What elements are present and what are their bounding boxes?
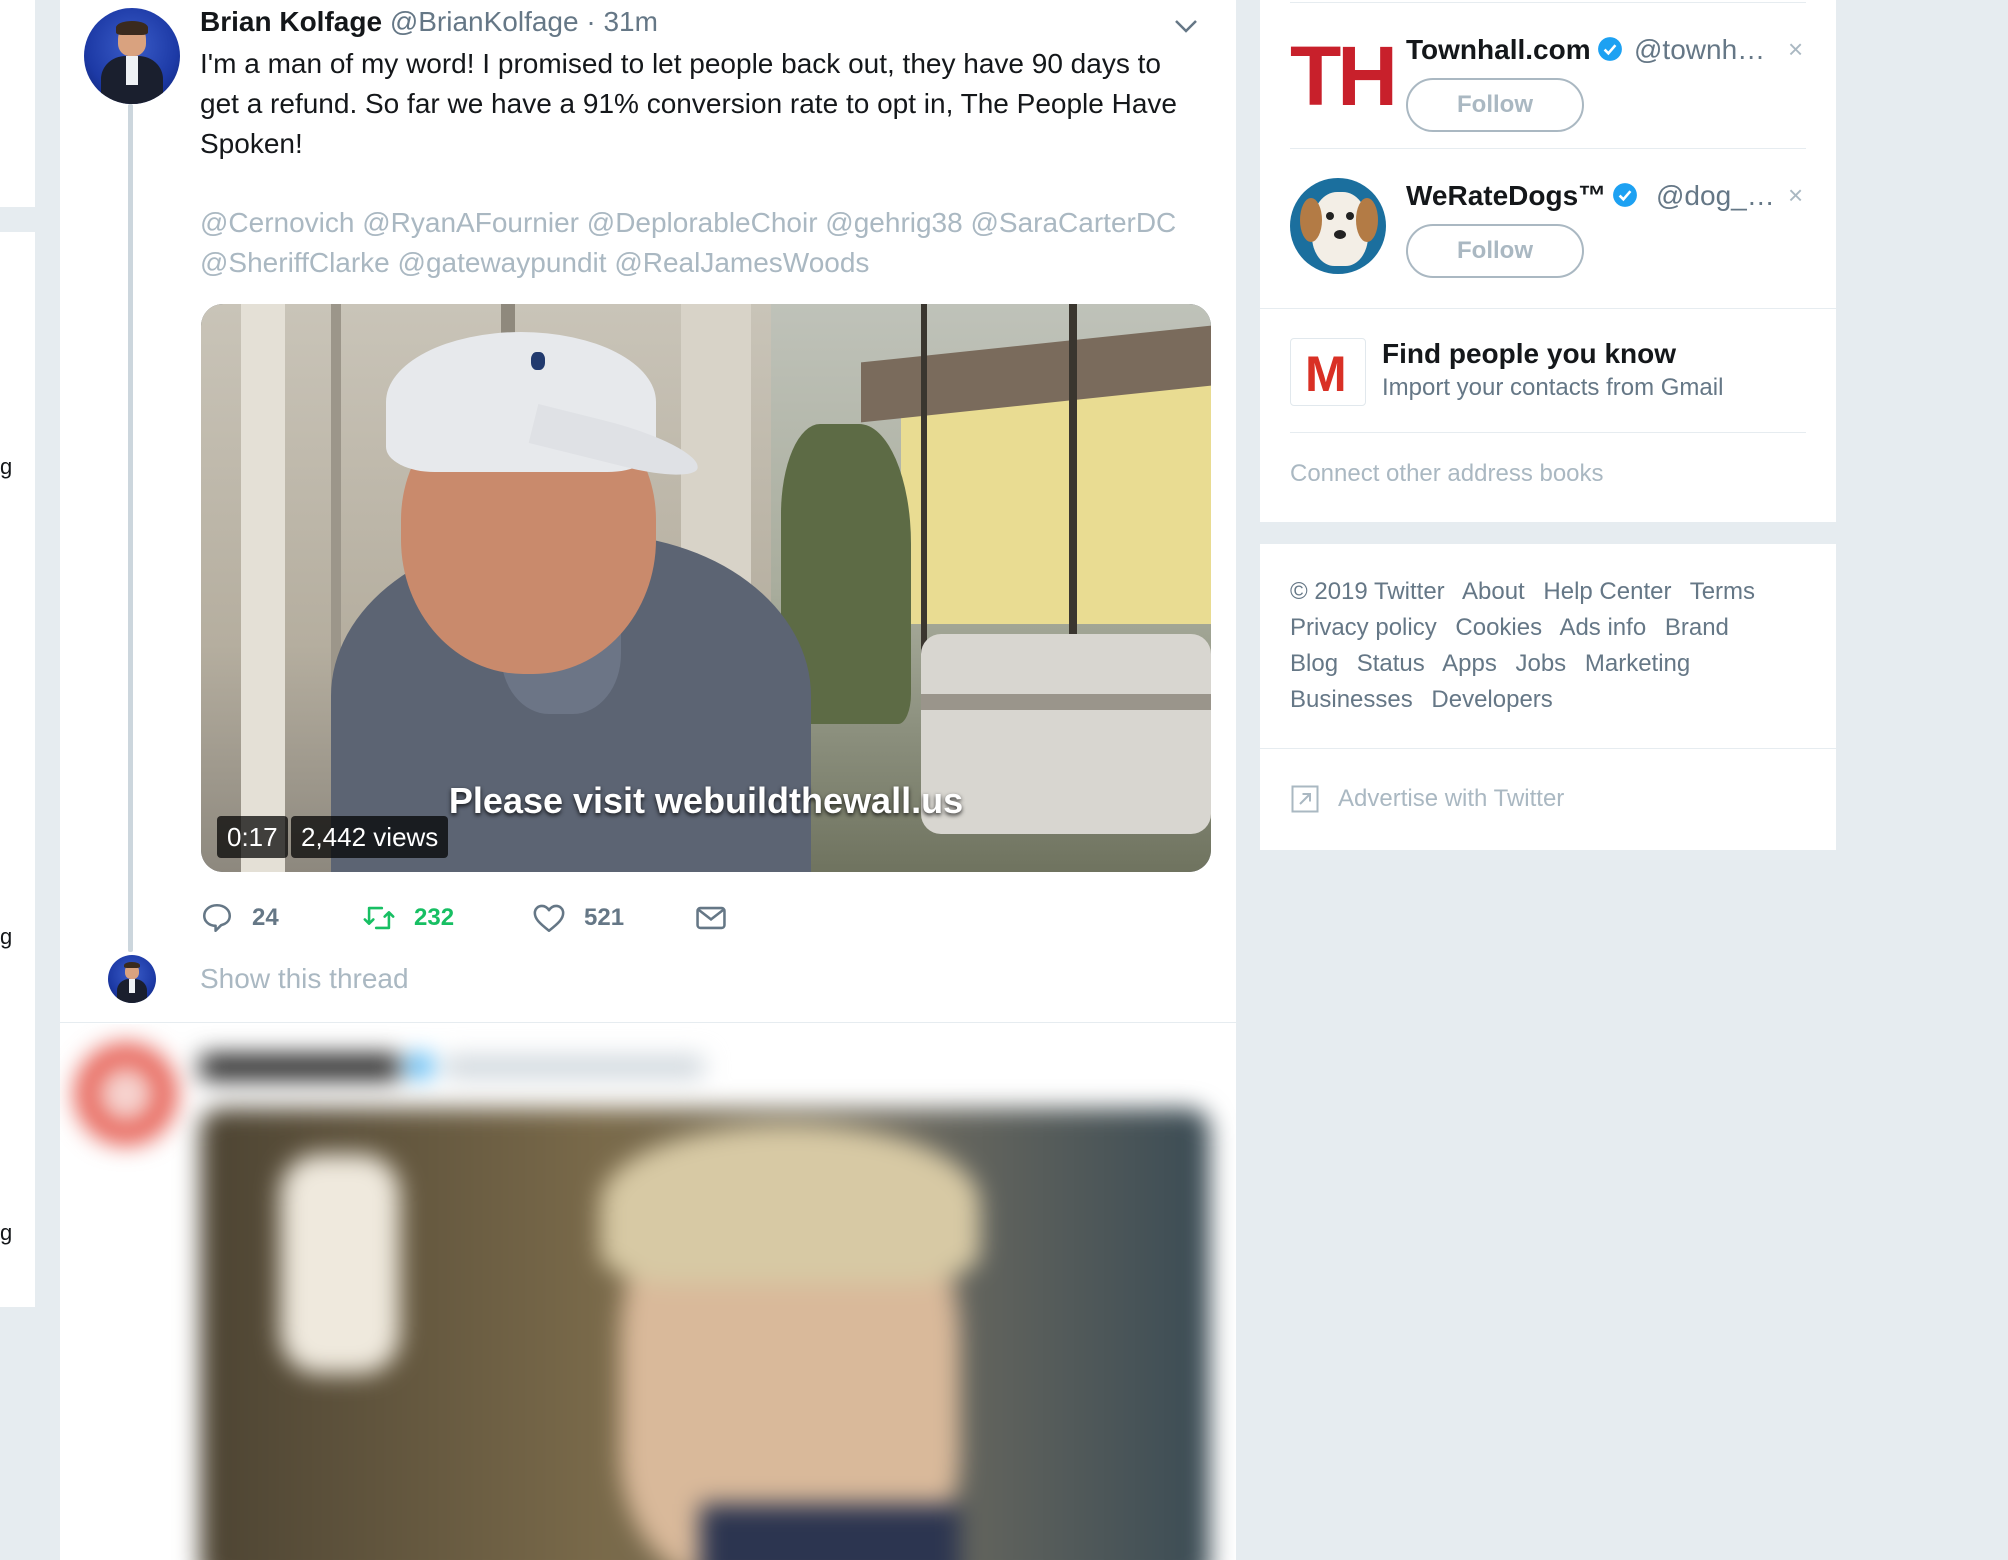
footer-link-terms[interactable]: Terms [1690,578,1755,605]
reply-icon [202,903,232,933]
left-card-top [0,0,35,207]
video-duration: 0:17 [217,816,288,858]
reply-count: 24 [252,904,279,931]
footer-link-brand[interactable]: Brand [1665,614,1729,641]
direct-message-button[interactable] [694,898,746,938]
advertise-label[interactable]: Advertise with Twitter [1338,785,1564,813]
divider [1290,148,1806,149]
clipped-text: g [0,924,13,949]
message-icon [696,906,726,930]
video-views: 2,442 views [291,816,449,858]
left-card [0,232,35,1307]
footer-copyright: © 2019 Twitter [1290,578,1445,605]
suggestion-handle[interactable]: @dog_… [1656,180,1775,212]
footer-link-status[interactable]: Status [1357,650,1425,677]
dismiss-suggestion-icon[interactable]: × [1788,34,1803,65]
retweet-button[interactable]: 232 [362,898,454,938]
follow-button[interactable]: Follow [1406,224,1584,278]
external-link-icon [1291,785,1319,813]
connect-address-books-link[interactable]: Connect other address books [1290,460,1604,488]
footer-link-businesses[interactable]: Businesses [1290,686,1413,713]
dismiss-suggestion-icon[interactable]: × [1788,180,1803,211]
timeline: Brian Kolfage @BrianKolfage · 31m I'm a … [60,0,1236,1560]
footer-link-ads-info[interactable]: Ads info [1559,614,1646,641]
footer-links: © 2019 Twitter About Help Center Terms P… [1290,574,1810,718]
author-handle[interactable]: @BrianKolfage [390,6,579,37]
verified-badge-icon [1613,183,1638,207]
follow-button[interactable]: Follow [1406,78,1584,132]
footer-link-help-center[interactable]: Help Center [1543,578,1671,605]
footer-link-privacy[interactable]: Privacy policy [1290,614,1437,641]
footer-link-jobs[interactable]: Jobs [1515,650,1566,677]
townhall-logo: TH [1290,29,1398,123]
tweet-video[interactable]: Please visit webuildthewall.us 0:17 2,44… [201,304,1211,872]
clipped-text: g [0,1220,13,1245]
divider [1260,308,1836,309]
footer-link-cookies[interactable]: Cookies [1455,614,1542,641]
footer-card: © 2019 Twitter About Help Center Terms P… [1260,544,1836,850]
find-people-title[interactable]: Find people you know [1382,338,1676,370]
advertise-link[interactable]: Advertise with Twitter [1290,784,1564,814]
gmail-logo: M [1290,338,1366,406]
footer-link-blog[interactable]: Blog [1290,650,1338,677]
gmail-icon: M [1305,346,1347,402]
tweet-time[interactable]: · 31m [586,6,658,37]
weratedogs-avatar[interactable] [1290,178,1386,274]
reply-button[interactable]: 24 [200,898,279,938]
like-button[interactable]: 521 [532,898,624,938]
next-tweet-blurred [60,1024,1236,1560]
footer-link-marketing[interactable]: Marketing [1585,650,1690,677]
footer-link-apps[interactable]: Apps [1442,650,1497,677]
author-avatar[interactable] [84,8,180,104]
like-count: 521 [584,904,625,931]
suggestion-name[interactable]: Townhall.com [1406,34,1591,65]
divider [1260,748,1836,749]
left-sidebar-remnant: g g g [0,0,35,1307]
thread-line [128,104,133,952]
retweet-count: 232 [414,904,455,931]
tweet-header: Brian Kolfage @BrianKolfage · 31m [200,6,658,38]
clipped-text: g [0,454,13,479]
tweet-text: I'm a man of my word! I promised to let … [200,48,1177,159]
author-name[interactable]: Brian Kolfage [200,6,382,37]
show-thread-link[interactable]: Show this thread [200,963,409,995]
tweet-actions: 24 232 521 [200,898,800,938]
tweet[interactable]: Brian Kolfage @BrianKolfage · 31m I'm a … [60,0,1236,1023]
retweet-icon [363,906,395,930]
suggestion-handle[interactable]: @townh… [1634,34,1765,66]
verified-badge-icon [1597,37,1622,61]
divider [1290,2,1806,3]
chevron-down-icon[interactable] [1174,14,1198,38]
townhall-avatar[interactable]: TH [1290,34,1398,118]
footer-link-developers[interactable]: Developers [1431,686,1552,713]
who-to-follow-card: TH Townhall.com @townh… × Follow WeRateD… [1260,0,1836,522]
suggestion-name[interactable]: WeRateDogs™ [1406,180,1606,211]
thread-avatar[interactable] [108,955,156,1003]
footer-link-about[interactable]: About [1462,578,1525,605]
find-people-subtitle[interactable]: Import your contacts from Gmail [1382,374,1723,402]
like-icon [533,904,565,933]
tweet-mentions[interactable]: @Cernovich @RyanAFournier @DeplorableCho… [200,203,1200,283]
divider [1290,432,1806,433]
